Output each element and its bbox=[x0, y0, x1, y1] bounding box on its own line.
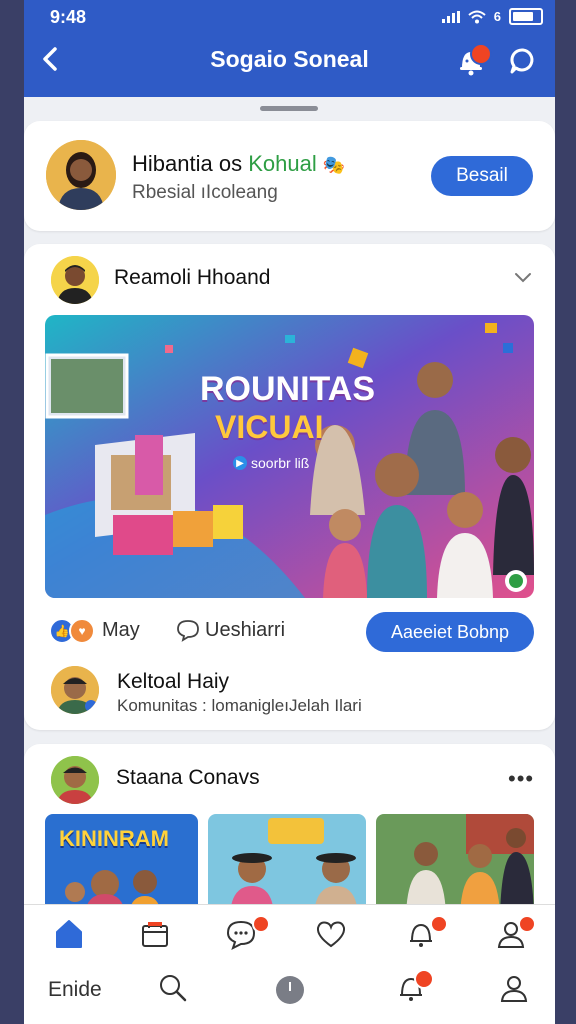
nav-home-label[interactable]: Enide bbox=[48, 978, 102, 1002]
love-icon: ♥ bbox=[69, 618, 95, 644]
post-action-button[interactable]: Aaeeiet Bobnp bbox=[366, 612, 534, 652]
notifications-badge bbox=[414, 969, 434, 989]
comment-text: Komunitas : lomanigleıJelah Ilari bbox=[117, 696, 362, 715]
post2-author-avatar[interactable] bbox=[51, 756, 99, 804]
phone-screen: 9:48 6 Sogaio Soneal Hibantia os Kohual … bbox=[24, 0, 555, 1024]
app-header: 9:48 6 Sogaio Soneal bbox=[24, 0, 555, 97]
profile-card: Hibantia os Kohual 🎭 Rbesial ıIcoleang B… bbox=[24, 121, 555, 231]
chevron-down-icon[interactable] bbox=[512, 266, 534, 288]
banner-tag: ▶ soorbr liß bbox=[233, 455, 309, 471]
post2-thumbnail-1[interactable]: KININRAM bbox=[45, 814, 198, 914]
banner-tag-text: soorbr liß bbox=[251, 455, 310, 471]
profile-name-prefix: Hibantia os bbox=[132, 151, 243, 176]
thumbnail-2-image bbox=[208, 814, 366, 914]
profile-avatar[interactable] bbox=[46, 140, 116, 210]
clock-icon[interactable] bbox=[273, 973, 307, 1007]
calendar-icon[interactable] bbox=[138, 917, 172, 951]
commenter-name[interactable]: Keltoal Haiy bbox=[117, 670, 229, 694]
emoji-icon: 🎭 bbox=[322, 155, 346, 175]
profile-name-highlight: Kohual bbox=[248, 151, 317, 176]
notification-badge bbox=[470, 43, 492, 65]
commenter-avatar[interactable] bbox=[51, 666, 99, 714]
signal-label-6: 6 bbox=[493, 9, 501, 24]
account-icon[interactable] bbox=[497, 971, 531, 1005]
post-author-name[interactable]: Reamoli Hhoand bbox=[114, 266, 270, 290]
bell-badge bbox=[430, 915, 448, 933]
reaction-count[interactable]: May bbox=[102, 619, 140, 642]
comment-icon[interactable] bbox=[176, 618, 200, 642]
heart-icon[interactable] bbox=[314, 917, 348, 951]
post2-thumbnail-3[interactable] bbox=[376, 814, 534, 914]
reaction-icons[interactable]: 👍 ♥ bbox=[49, 618, 95, 644]
play-icon: ▶ bbox=[233, 456, 247, 470]
search-icon[interactable] bbox=[156, 971, 190, 1005]
post2-thumbnail-title: KININRAM bbox=[59, 826, 169, 851]
pull-handle[interactable] bbox=[260, 106, 318, 111]
chat-icon[interactable] bbox=[508, 46, 538, 76]
status-time: 9:48 bbox=[50, 7, 87, 27]
more-icon[interactable]: ••• bbox=[508, 766, 534, 792]
bottom-nav: Enide bbox=[24, 904, 555, 1024]
profile-action-button[interactable]: Besail bbox=[431, 156, 533, 196]
profile-name: Hibantia os Kohual 🎭 bbox=[132, 151, 345, 177]
home-icon[interactable] bbox=[52, 917, 86, 951]
post-author-avatar[interactable] bbox=[51, 256, 99, 304]
messages-badge bbox=[252, 915, 270, 933]
status-icons: 6 bbox=[441, 8, 543, 25]
battery-icon bbox=[509, 8, 543, 25]
post2-author-name[interactable]: Staana Conavs bbox=[116, 766, 260, 790]
banner-title-line1: ROUNITAS bbox=[200, 370, 376, 408]
signal-icon bbox=[441, 10, 460, 23]
post2-thumbnail-2[interactable] bbox=[208, 814, 366, 914]
post-banner-image[interactable]: ROUNITAS VICUAI ▶ soorbr liß bbox=[45, 315, 534, 598]
wifi-icon bbox=[468, 10, 486, 23]
profile-subtitle: Rbesial ıIcoleang bbox=[132, 182, 278, 203]
banner-title-line2: VICUAI bbox=[215, 409, 324, 445]
post-card: Reamoli Hhoand ROUNITAS VICUAI ▶ soorbr … bbox=[24, 244, 555, 730]
thumbnail-3-image bbox=[376, 814, 534, 914]
comment-label[interactable]: Ueshiarri bbox=[205, 619, 285, 642]
profile-badge bbox=[518, 915, 536, 933]
